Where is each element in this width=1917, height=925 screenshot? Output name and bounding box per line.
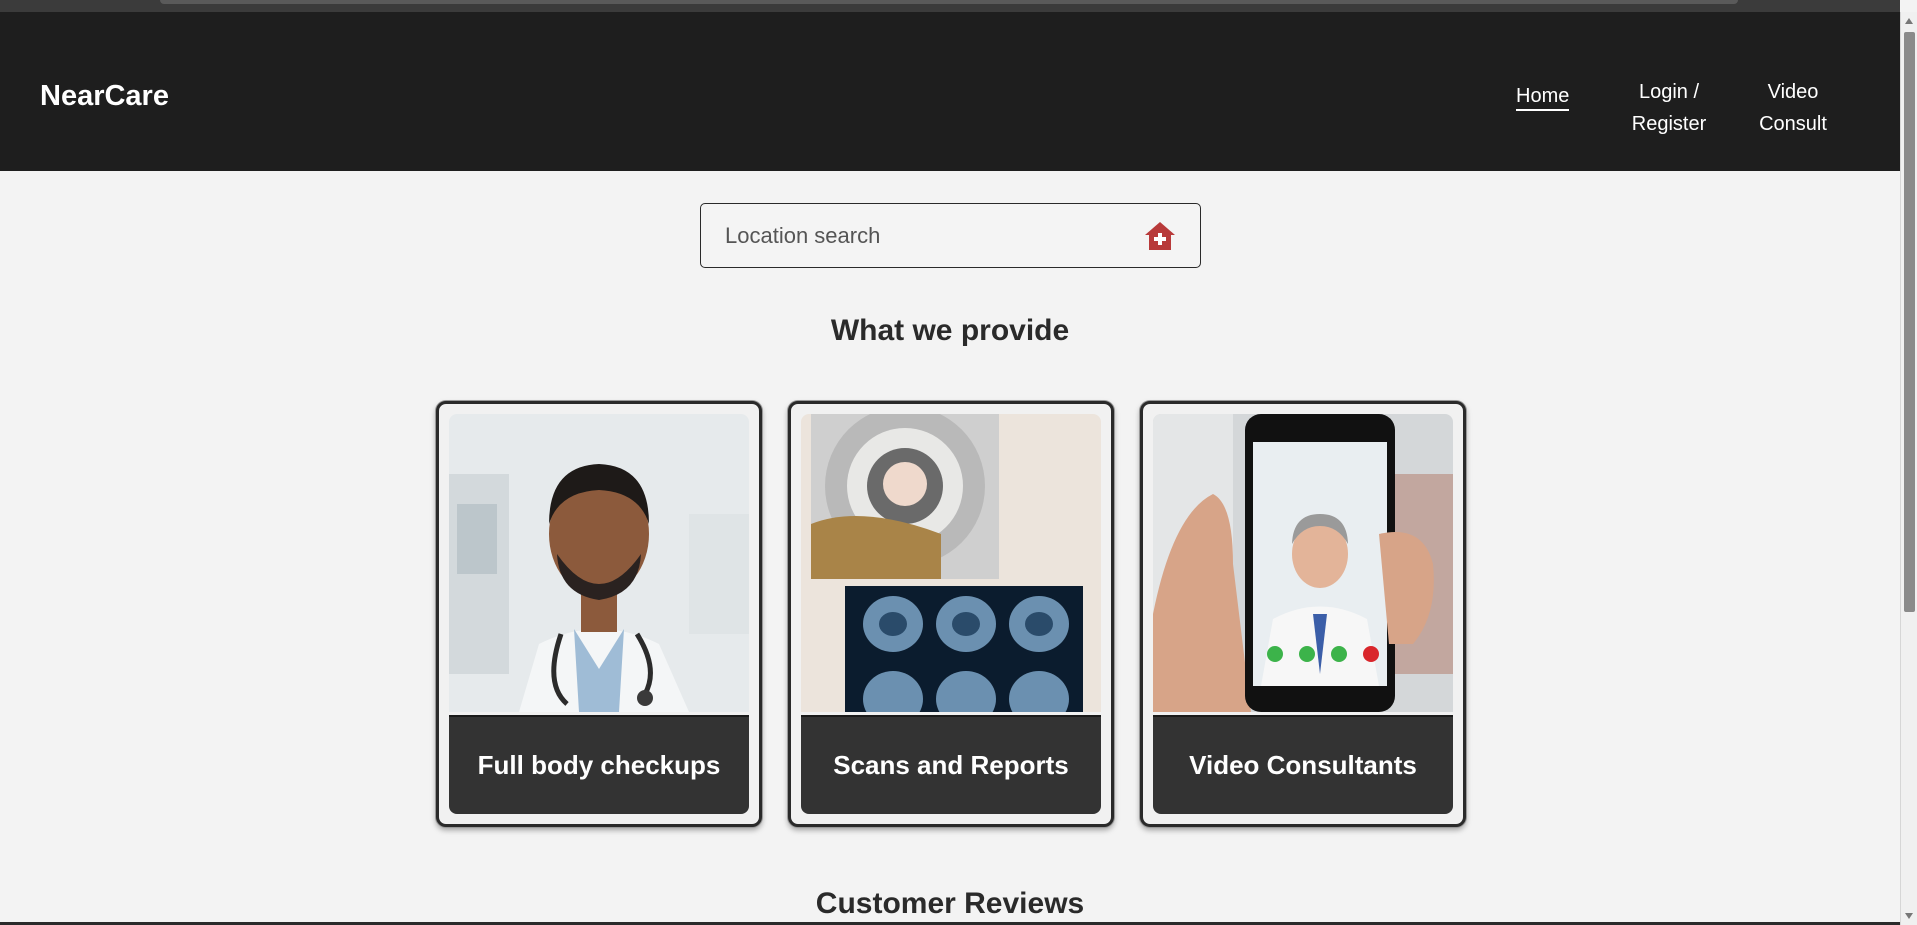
- nav-home-link[interactable]: Home: [1516, 80, 1570, 112]
- scroll-down-arrow-icon[interactable]: [1905, 913, 1913, 919]
- nav-video-line2: Consult: [1759, 113, 1827, 135]
- what-we-provide-heading: What we provide: [830, 314, 1070, 347]
- hospital-house-icon[interactable]: [1143, 220, 1177, 252]
- nav-video-line1: Video: [1767, 81, 1819, 103]
- service-card-scans-and-reports[interactable]: Scans and Reports: [788, 401, 1114, 827]
- service-card-full-body-checkups[interactable]: Full body checkups: [436, 401, 762, 827]
- scroll-thumb[interactable]: [1904, 32, 1915, 612]
- browser-tab-bar: [160, 0, 1738, 4]
- location-search-box: [700, 203, 1201, 268]
- site-header: NearCare Home Login / Register Video Con…: [0, 12, 1900, 171]
- page-scrollbar[interactable]: [1900, 12, 1917, 925]
- nav-login-line1: Login /: [1638, 81, 1700, 103]
- nav-video-consult-link[interactable]: Video Consult: [1748, 76, 1838, 140]
- nav-login-register-link[interactable]: Login / Register: [1624, 76, 1714, 140]
- card-label: Full body checkups: [449, 715, 749, 814]
- card-label: Video Consultants: [1153, 715, 1453, 814]
- nav-home-label: Home: [1516, 85, 1570, 111]
- card-label: Scans and Reports: [801, 715, 1101, 814]
- doctor-portrait-image: [449, 414, 749, 712]
- nav-login-line2: Register: [1631, 113, 1707, 135]
- location-search-input[interactable]: [725, 216, 1125, 256]
- phone-video-call-image: [1153, 414, 1453, 712]
- mri-scan-image: [801, 414, 1101, 712]
- service-card-video-consultants[interactable]: Video Consultants: [1140, 401, 1466, 827]
- browser-top-strip: [0, 0, 1900, 12]
- brand-logo[interactable]: NearCare: [40, 80, 169, 113]
- scroll-up-arrow-icon[interactable]: [1905, 18, 1913, 24]
- customer-reviews-heading: Customer Reviews: [815, 887, 1085, 920]
